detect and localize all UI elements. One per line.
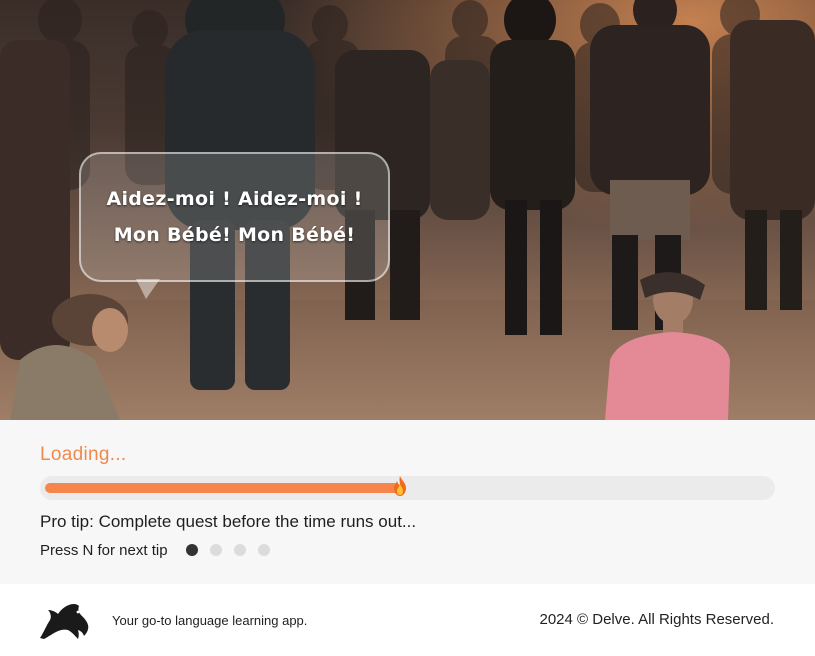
footer-tagline: Your go-to language learning app. (112, 613, 308, 628)
speech-line-2: Mon Bébé! Mon Bébé! (113, 224, 356, 246)
next-tip-hint: Press N for next tip (40, 542, 168, 559)
pro-tip-text: Pro tip: Complete quest before the time … (40, 512, 417, 531)
fire-icon (394, 476, 406, 496)
footer: Your go-to language learning app. 2024 ©… (0, 584, 815, 656)
tip-dot[interactable] (234, 544, 246, 556)
game-scene: Aidez-moi ! Aidez-moi ! Mon Bébé! Mon Bé… (0, 0, 815, 420)
speech-bubble-tail (136, 279, 160, 299)
speech-bubble: Aidez-moi ! Aidez-moi ! Mon Bébé! Mon Bé… (79, 152, 390, 282)
progress-bar-fill (45, 483, 400, 493)
tip-dot[interactable] (258, 544, 270, 556)
tip-pagination-dots[interactable] (186, 544, 270, 556)
tip-dot[interactable] (186, 544, 198, 556)
loading-label: Loading... (40, 444, 127, 465)
loading-panel: Loading... Pro tip: Complete quest befor… (0, 420, 815, 584)
tip-dot[interactable] (210, 544, 222, 556)
progress-bar (40, 476, 775, 500)
speech-line-1: Aidez-moi ! Aidez-moi ! (106, 188, 363, 210)
footer-copyright: 2024 © Delve. All Rights Reserved. (539, 611, 775, 628)
dolphin-logo-icon[interactable] (38, 602, 90, 640)
